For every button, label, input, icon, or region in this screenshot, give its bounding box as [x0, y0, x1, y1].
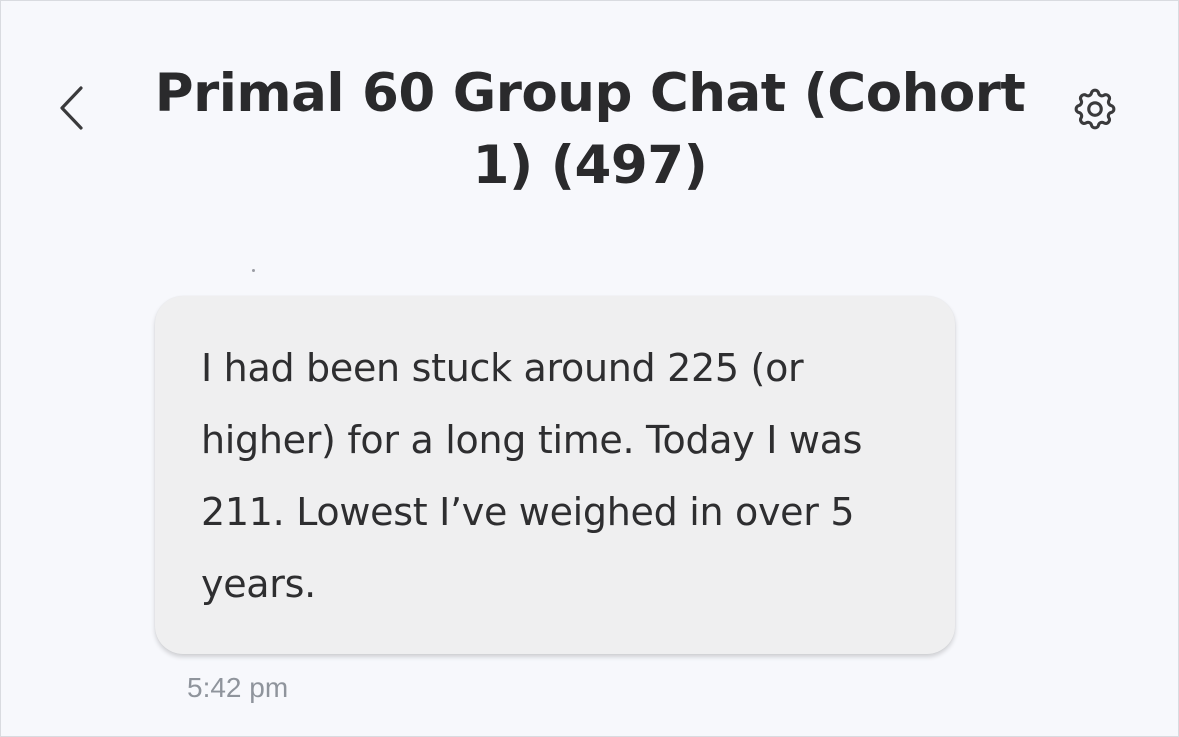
chevron-left-icon	[60, 86, 83, 130]
separator-dot	[252, 269, 255, 272]
settings-button[interactable]	[1064, 80, 1126, 138]
message-bubble[interactable]: I had been stuck around 225 (or higher) …	[155, 296, 955, 654]
chat-header: Primal 60 Group Chat (Cohort 1) (497)	[0, 0, 1179, 230]
message-timestamp: 5:42 pm	[187, 672, 289, 703]
back-button[interactable]	[42, 76, 102, 140]
gear-icon	[1074, 88, 1116, 130]
message-text: I had been stuck around 225 (or higher) …	[201, 346, 863, 606]
chat-title: Primal 60 Group Chat (Cohort 1) (497)	[154, 63, 1026, 196]
